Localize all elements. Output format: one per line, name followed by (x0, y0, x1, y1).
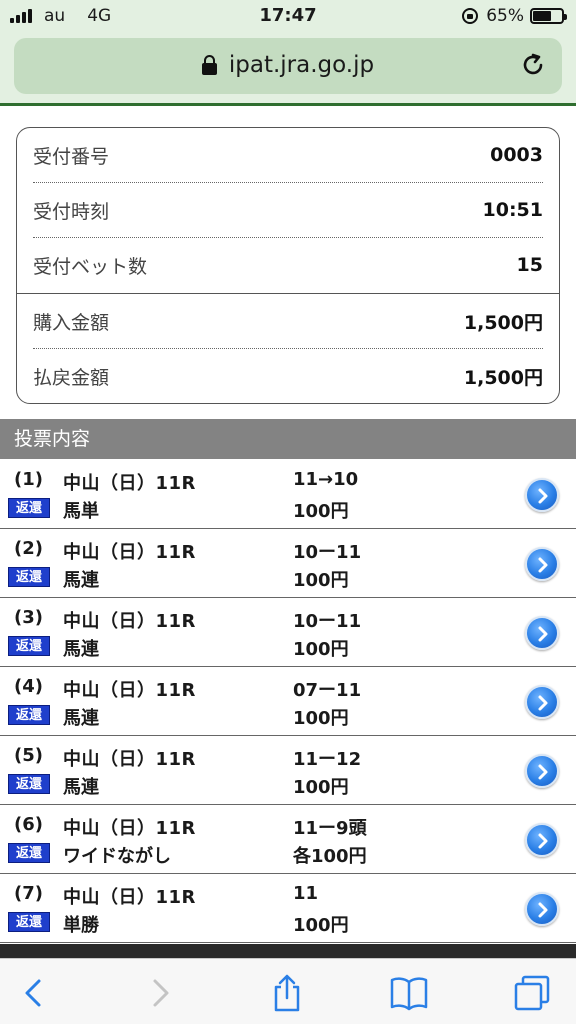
bet-row[interactable]: (4) 中山（日）11R 返還 馬連 07ー11 100円 (0, 667, 576, 736)
bet-combination: 11→10 (293, 469, 359, 490)
bet-amount: 100円 (293, 501, 349, 522)
bet-number: (6) (14, 814, 43, 835)
reception-time-row: 受付時刻 10:51 (33, 183, 543, 237)
reception-time-label: 受付時刻 (33, 200, 110, 223)
chevron-right-icon[interactable] (140, 973, 180, 1013)
bet-number: (4) (14, 676, 43, 697)
battery-level-fill (533, 11, 552, 21)
bet-race: 中山（日）11R (63, 542, 196, 563)
bet-row[interactable]: (5) 中山（日）11R 返還 馬連 11ー12 100円 (0, 736, 576, 805)
bet-number: (5) (14, 745, 43, 766)
section-header: 投票内容 (0, 419, 576, 459)
address-bar[interactable]: ipat.jra.go.jp (14, 38, 562, 94)
bet-combination: 07ー11 (293, 680, 362, 701)
bet-count-label: 受付ベット数 (33, 255, 148, 278)
bet-type: 馬単 (63, 501, 99, 522)
refund-amount-label: 払戻金額 (33, 366, 110, 389)
bet-number: (1) (14, 469, 43, 490)
arrow-circle-right-icon[interactable] (525, 547, 559, 581)
bet-row[interactable]: (3) 中山（日）11R 返還 馬連 10ー11 100円 (0, 598, 576, 667)
bet-race: 中山（日）11R (63, 818, 196, 839)
reception-number-value: 0003 (490, 144, 543, 166)
bet-number: (3) (14, 607, 43, 628)
refund-badge: 返還 (8, 498, 50, 518)
refund-badge: 返還 (8, 774, 50, 794)
arrow-circle-right-icon[interactable] (525, 685, 559, 719)
bet-row[interactable]: (1) 中山（日）11R 返還 馬単 11→10 100円 (0, 460, 576, 529)
bet-combination: 11ー9頭 (293, 818, 367, 839)
receipt-summary: 受付番号 0003 受付時刻 10:51 受付ベット数 15 購入金額 1,50… (16, 127, 560, 404)
bet-number: (7) (14, 883, 43, 904)
bet-amount: 各100円 (293, 846, 367, 867)
bet-type: ワイドながし (63, 846, 171, 867)
bet-amount: 100円 (293, 570, 349, 591)
bet-type: 単勝 (63, 915, 99, 936)
reception-time-value: 10:51 (482, 199, 543, 221)
page-bottom-strip (0, 944, 576, 958)
arrow-circle-right-icon[interactable] (525, 892, 559, 926)
bet-race: 中山（日）11R (63, 887, 196, 908)
url-display[interactable]: ipat.jra.go.jp (14, 52, 562, 78)
browser-toolbar (0, 958, 576, 1024)
refund-badge: 返還 (8, 567, 50, 587)
arrow-circle-right-icon[interactable] (525, 616, 559, 650)
rotation-lock-icon (462, 8, 479, 24)
status-right: 65% (462, 6, 567, 26)
arrow-circle-right-icon[interactable] (525, 478, 559, 512)
refund-badge: 返還 (8, 843, 50, 863)
bet-amount: 100円 (293, 915, 349, 936)
tabs-icon[interactable] (512, 973, 552, 1013)
bet-count-row: 受付ベット数 15 (33, 238, 543, 292)
refund-amount-row: 払戻金額 1,500円 (33, 349, 543, 403)
bet-race: 中山（日）11R (63, 680, 196, 701)
battery-icon (530, 8, 567, 24)
book-icon[interactable] (389, 973, 429, 1013)
bet-type: 馬連 (63, 639, 99, 660)
purchase-amount-value: 1,500円 (463, 311, 543, 334)
purchase-amount-label: 購入金額 (33, 311, 110, 334)
bet-number: (2) (14, 538, 43, 559)
refund-amount-value: 1,500円 (463, 366, 543, 389)
arrow-circle-right-icon[interactable] (525, 754, 559, 788)
bet-race: 中山（日）11R (63, 749, 196, 770)
bet-combination: 10ー11 (293, 542, 362, 563)
bet-combination: 11ー12 (293, 749, 362, 770)
bet-list: (1) 中山（日）11R 返還 馬単 11→10 100円 (2) 中山（日）11R 返還 馬連 1… (0, 460, 576, 943)
arrow-circle-right-icon[interactable] (525, 823, 559, 857)
reload-icon[interactable] (520, 52, 546, 78)
refund-badge: 返還 (8, 912, 50, 932)
purchase-amount-row: 購入金額 1,500円 (33, 294, 543, 348)
bet-amount: 100円 (293, 708, 349, 729)
bet-row[interactable]: (7) 中山（日）11R 返還 単勝 11 100円 (0, 874, 576, 943)
browser-address-area: ipat.jra.go.jp (0, 34, 576, 106)
lock-icon (201, 55, 217, 75)
bet-combination: 11 (293, 883, 319, 904)
battery-percent: 65% (486, 6, 524, 26)
bet-race: 中山（日）11R (63, 611, 196, 632)
reception-number-label: 受付番号 (33, 145, 110, 168)
status-bar: au 4G 17:47 65% (0, 0, 576, 34)
chevron-left-icon[interactable] (14, 973, 54, 1013)
bet-race: 中山（日）11R (63, 473, 196, 494)
refund-badge: 返還 (8, 636, 50, 656)
refund-badge: 返還 (8, 705, 50, 725)
bet-row[interactable]: (2) 中山（日）11R 返還 馬連 10ー11 100円 (0, 529, 576, 598)
bet-row[interactable]: (6) 中山（日）11R 返還 ワイドながし 11ー9頭各100円 (0, 805, 576, 874)
bet-type: 馬連 (63, 708, 99, 729)
bet-count-value: 15 (516, 254, 543, 276)
bet-type: 馬連 (63, 570, 99, 591)
url-text[interactable]: ipat.jra.go.jp (229, 52, 374, 78)
reception-number-row: 受付番号 0003 (33, 128, 543, 182)
bet-type: 馬連 (63, 777, 99, 798)
bet-amount: 100円 (293, 777, 349, 798)
bet-amount: 100円 (293, 639, 349, 660)
bet-combination: 10ー11 (293, 611, 362, 632)
share-icon[interactable] (267, 973, 307, 1013)
